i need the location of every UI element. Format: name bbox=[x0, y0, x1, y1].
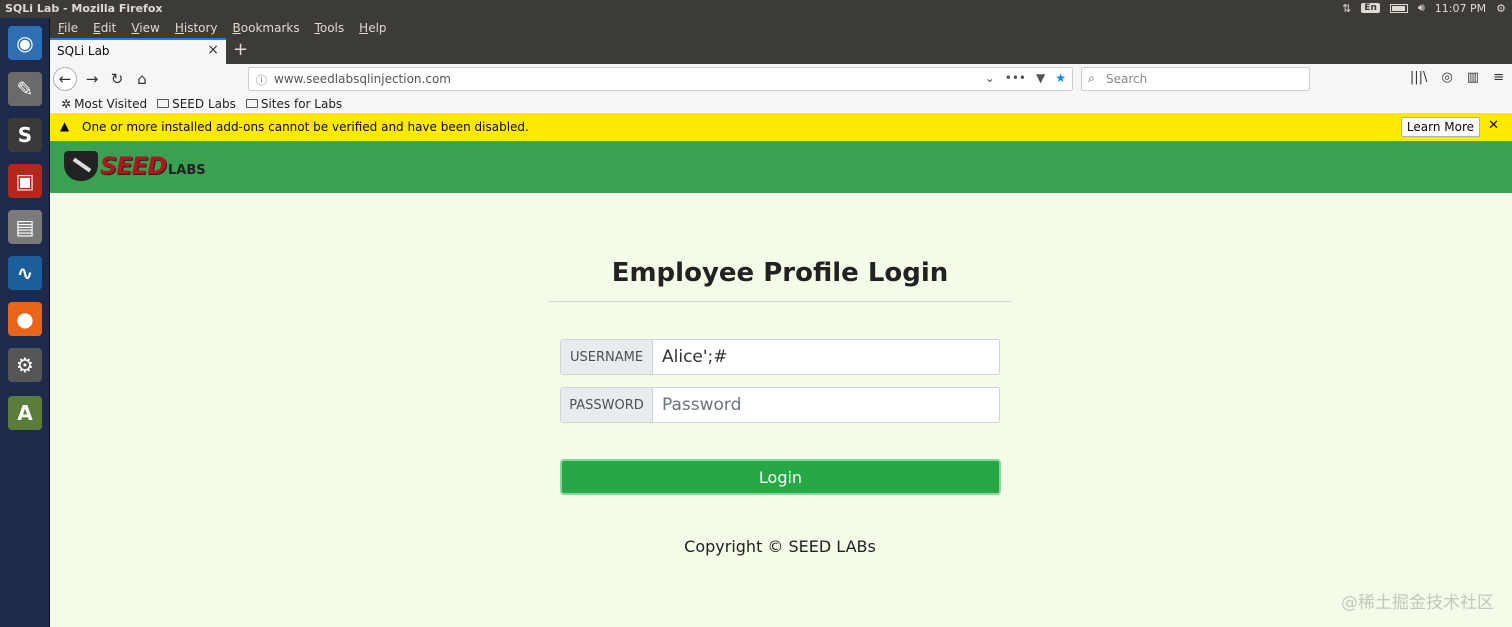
bookmark-label: Sites for Labs bbox=[260, 96, 343, 111]
watermark-text: @稀土掘金技术社区 bbox=[1341, 593, 1494, 613]
menu-bar: File Edit View History Bookmarks Tools H… bbox=[50, 18, 1512, 38]
launcher-item[interactable]: A bbox=[4, 392, 46, 434]
close-notice-icon[interactable]: ✕ bbox=[1488, 118, 1499, 133]
search-icon: ⌕ bbox=[1088, 71, 1095, 85]
arrow-right-icon: → bbox=[85, 70, 99, 88]
bookmark-sites-for-labs[interactable]: Sites for Labs bbox=[245, 96, 343, 111]
window-title: SQLi Lab - Mozilla Firefox bbox=[5, 2, 163, 15]
site-info-icon[interactable]: ⓘ bbox=[256, 72, 267, 88]
password-field: PASSWORD bbox=[560, 387, 1000, 423]
launcher-item[interactable]: ⚙ bbox=[4, 344, 46, 386]
file-manager-icon: ▤ bbox=[8, 210, 42, 244]
unity-launcher: ◉ ✎ S ▣ ▤ ∿ ● ⚙ A bbox=[0, 18, 50, 627]
bookmark-label: Most Visited bbox=[74, 96, 148, 111]
menu-file[interactable]: File bbox=[58, 18, 78, 38]
arrow-left-icon: ← bbox=[58, 70, 72, 88]
warning-icon: ▲ bbox=[60, 119, 70, 133]
terminal-app-icon: ▣ bbox=[8, 164, 42, 198]
system-tray: ⇅ En 🔊︎ 11:07 PM ⚙ bbox=[1342, 1, 1506, 15]
seed-labs-logo[interactable]: SEED LABS bbox=[64, 151, 206, 181]
sync-account-icon[interactable]: ◎ bbox=[1441, 70, 1452, 85]
menu-tools[interactable]: Tools bbox=[315, 18, 345, 38]
menu-help[interactable]: Help bbox=[359, 18, 386, 38]
launcher-item[interactable]: ● bbox=[4, 298, 46, 340]
clock[interactable]: 11:07 PM bbox=[1435, 2, 1486, 15]
search-bar[interactable]: ⌕ Search bbox=[1081, 67, 1310, 91]
bookmark-star-icon[interactable]: ★ bbox=[1055, 71, 1066, 85]
gear-icon: ✲ bbox=[61, 96, 72, 111]
top-panel: SQLi Lab - Mozilla Firefox ⇅ En 🔊︎ 11:07… bbox=[0, 0, 1512, 18]
url-bar[interactable]: ⓘ www.seedlabsqlinjection.com ⌄ ••• ▼ ★ bbox=[248, 67, 1073, 91]
launcher-item[interactable]: ◉ bbox=[4, 22, 46, 64]
reload-button[interactable]: ↻ bbox=[105, 67, 129, 91]
username-label: USERNAME bbox=[561, 340, 653, 374]
network-icon[interactable]: ⇅ bbox=[1342, 2, 1351, 15]
menu-history[interactable]: History bbox=[175, 18, 218, 38]
tab-strip: SQLi Lab × + bbox=[50, 38, 1512, 64]
back-button[interactable]: ← bbox=[53, 67, 77, 91]
title-divider bbox=[548, 301, 1012, 302]
shield-icon bbox=[64, 151, 98, 181]
menu-view[interactable]: View bbox=[131, 18, 159, 38]
menu-edit[interactable]: Edit bbox=[93, 18, 116, 38]
home-button[interactable]: ⌂ bbox=[130, 67, 154, 91]
navigation-bar: ← → ↻ ⌂ ⓘ www.seedlabsqlinjection.com ⌄ … bbox=[50, 64, 1512, 94]
password-label: PASSWORD bbox=[561, 388, 653, 422]
bookmark-label: SEED Labs bbox=[172, 96, 236, 111]
launcher-item[interactable]: ▣ bbox=[4, 160, 46, 202]
session-gear-icon[interactable]: ⚙ bbox=[1496, 2, 1506, 15]
username-field: USERNAME bbox=[560, 339, 1000, 375]
username-input[interactable] bbox=[653, 340, 999, 374]
tab-close-icon[interactable]: × bbox=[207, 42, 219, 58]
menu-bookmarks[interactable]: Bookmarks bbox=[233, 18, 300, 38]
launcher-item[interactable]: ▤ bbox=[4, 206, 46, 248]
hamburger-menu-icon[interactable]: ≡ bbox=[1493, 70, 1504, 85]
bookmarks-toolbar: ✲ Most Visited SEED Labs Sites for Labs bbox=[50, 94, 1512, 113]
volume-icon[interactable]: 🔊︎ bbox=[1418, 1, 1425, 15]
pocket-icon[interactable]: ▼ bbox=[1036, 71, 1045, 85]
url-text[interactable]: www.seedlabsqlinjection.com bbox=[274, 72, 451, 86]
url-dropdown-icon[interactable]: ⌄ bbox=[985, 71, 995, 85]
forward-button[interactable]: → bbox=[80, 67, 104, 91]
launcher-item[interactable]: S bbox=[4, 114, 46, 156]
launcher-item[interactable]: ∿ bbox=[4, 252, 46, 294]
library-icon[interactable]: |||\ bbox=[1410, 70, 1428, 85]
password-input[interactable] bbox=[653, 388, 999, 422]
bookmark-seed-labs[interactable]: SEED Labs bbox=[157, 97, 236, 111]
login-button[interactable]: Login bbox=[560, 459, 1001, 495]
learn-more-button[interactable]: Learn More bbox=[1400, 117, 1480, 137]
reload-icon: ↻ bbox=[110, 70, 124, 88]
logo-labs: LABS bbox=[168, 162, 206, 178]
home-icon: ⌂ bbox=[137, 70, 147, 88]
bookmark-most-visited[interactable]: ✲ Most Visited bbox=[61, 97, 147, 111]
keyboard-layout-indicator[interactable]: En bbox=[1361, 3, 1380, 13]
new-tab-button[interactable]: + bbox=[233, 38, 248, 62]
page-title: Employee Profile Login bbox=[611, 258, 949, 288]
logo-word: SEED bbox=[100, 152, 167, 180]
launcher-item[interactable]: ✎ bbox=[4, 68, 46, 110]
folder-icon bbox=[157, 99, 170, 108]
text-editor-icon: ✎ bbox=[8, 72, 42, 106]
site-header: SEED LABS bbox=[50, 141, 1512, 193]
battery-icon[interactable] bbox=[1389, 3, 1408, 13]
tab-sqli-lab[interactable]: SQLi Lab × bbox=[50, 38, 226, 64]
page-actions-icon[interactable]: ••• bbox=[1005, 71, 1026, 85]
firefox-icon: ● bbox=[8, 302, 42, 336]
dash-home-icon: ◉ bbox=[8, 26, 42, 60]
copyright-text: Copyright © SEED LABs bbox=[684, 537, 876, 556]
system-settings-icon: ⚙ bbox=[8, 348, 42, 382]
software-updater-icon: A bbox=[8, 396, 42, 430]
wireshark-icon: ∿ bbox=[8, 256, 42, 290]
web-page: SEED LABS Employee Profile Login USERNAM… bbox=[50, 141, 1512, 627]
sidebar-icon[interactable]: ▥ bbox=[1467, 70, 1479, 85]
warning-message: One or more installed add-ons cannot be … bbox=[82, 120, 529, 134]
folder-icon bbox=[245, 99, 258, 108]
tab-title: SQLi Lab bbox=[57, 44, 110, 58]
addon-warning-bar: ▲ One or more installed add-ons cannot b… bbox=[50, 113, 1512, 141]
sublime-text-icon: S bbox=[8, 118, 42, 152]
search-placeholder: Search bbox=[1106, 72, 1148, 86]
